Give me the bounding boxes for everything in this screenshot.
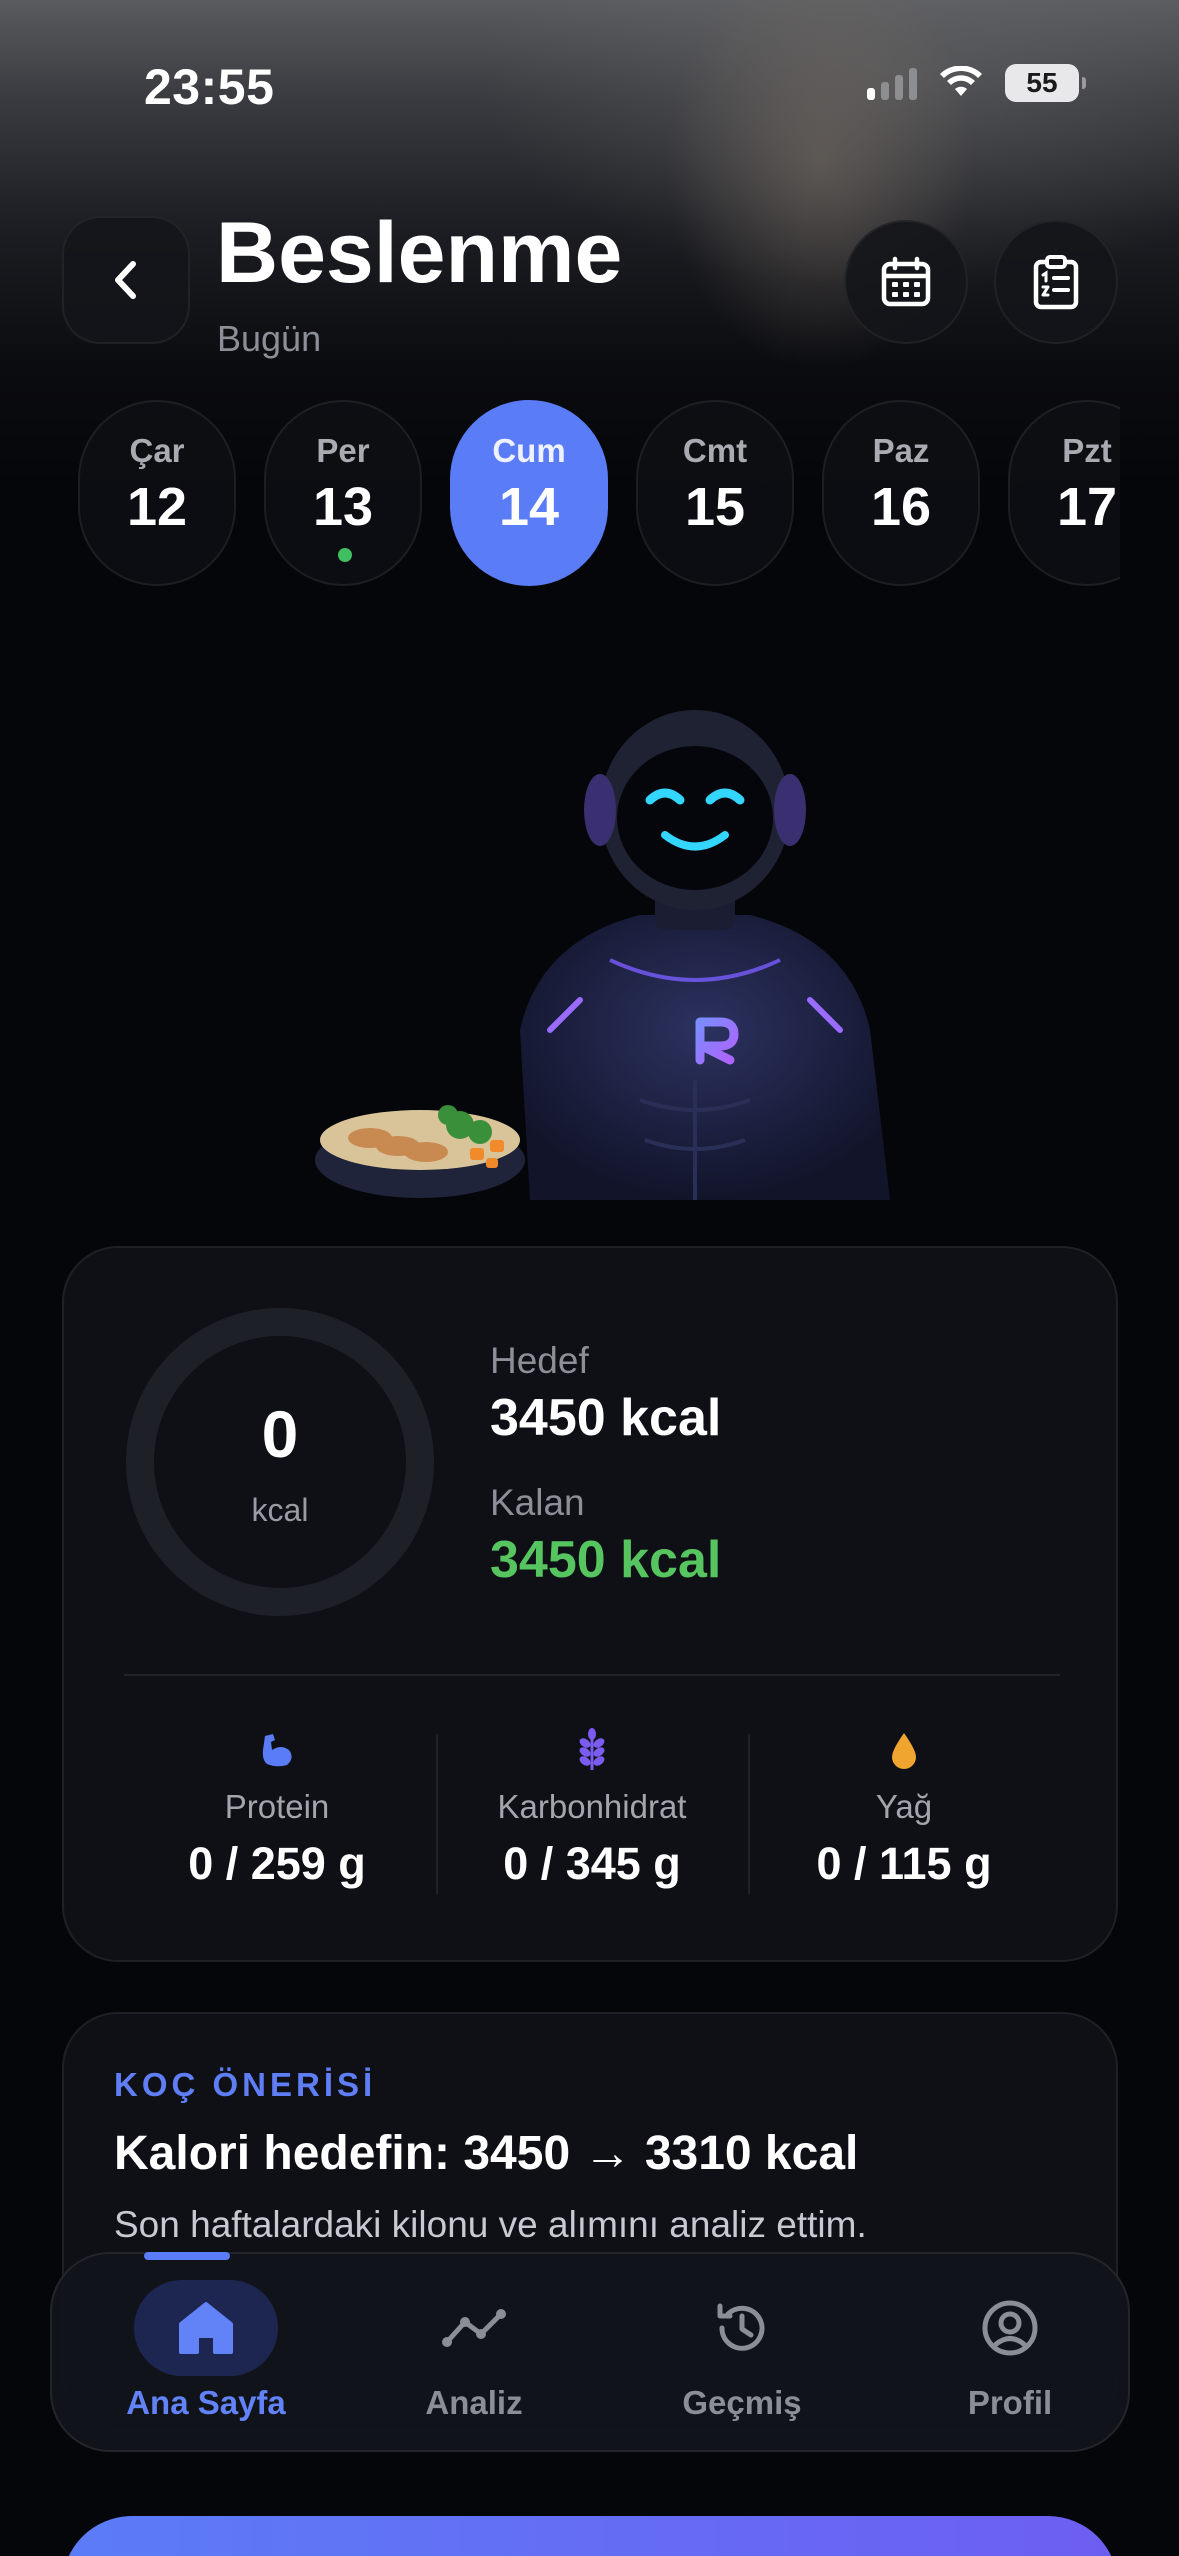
status-time: 23:55 (144, 59, 275, 115)
active-tab-indicator (144, 2252, 230, 2260)
macro-label: Yağ (875, 1788, 933, 1825)
history-icon (717, 2303, 765, 2351)
macro-value: 0 / 115 g (816, 1838, 992, 1889)
coach-body: Son haftalardaki kilonu ve alımını anali… (114, 2204, 867, 2245)
back-button[interactable] (62, 216, 190, 344)
goal-label: Hedef (490, 1340, 589, 1381)
day-number: 13 (312, 477, 374, 537)
macro-label: Protein (224, 1788, 330, 1825)
day-name: Paz (872, 432, 930, 469)
drop-icon (892, 1733, 916, 1769)
day-number: 12 (126, 477, 188, 537)
status-indicators: 55 (867, 64, 1086, 102)
macro-value: 0 / 259 g (188, 1838, 366, 1889)
macro-carbs: Karbonhidrat 0 / 345 g (437, 1728, 747, 1890)
day-chip-selected[interactable]: Cum 14 (450, 400, 608, 586)
tab-home[interactable]: Ana Sayfa (96, 2280, 316, 2440)
day-name: Çar (129, 432, 185, 469)
day-chip[interactable]: Pzt 17 (1008, 400, 1120, 586)
chevron-left-icon (115, 261, 136, 299)
muscle-icon (262, 1734, 292, 1767)
day-number: 17 (1056, 477, 1118, 537)
day-chip[interactable]: Per 13 (264, 400, 422, 586)
day-chip[interactable]: Cmt 15 (636, 400, 794, 586)
tab-label: Profil (967, 2384, 1053, 2421)
day-name: Cum (492, 432, 566, 469)
tab-history[interactable]: Geçmiş (632, 2280, 852, 2440)
chart-line-icon (442, 2309, 506, 2347)
day-chip[interactable]: Paz 16 (822, 400, 980, 586)
page-subtitle: Bugün (217, 318, 322, 359)
day-name: Pzt (1062, 432, 1112, 469)
remaining-label: Kalan (490, 1482, 585, 1523)
primary-action-button[interactable] (62, 2516, 1118, 2556)
wifi-icon (940, 66, 982, 96)
calorie-summary-card: 0 kcal Hedef 3450 kcal Kalan 3450 kcal P… (62, 1246, 1118, 1962)
meal-plan-button[interactable] (994, 220, 1118, 344)
divider (124, 1674, 1060, 1676)
macro-protein: Protein 0 / 259 g (122, 1728, 432, 1890)
coach-tag: KOÇ ÖNERİSİ (114, 2066, 377, 2103)
page-title: Beslenme (216, 205, 623, 301)
day-name: Cmt (682, 432, 748, 469)
calories-consumed: 0 (261, 1397, 299, 1471)
macro-label: Karbonhidrat (497, 1788, 687, 1825)
tab-label: Ana Sayfa (126, 2384, 286, 2421)
remaining-value: 3450 kcal (490, 1531, 722, 1589)
tab-label: Analiz (425, 2384, 523, 2421)
macro-fat: Yağ 0 / 115 g (749, 1728, 1059, 1890)
coach-robot-illustration (315, 710, 890, 1200)
calories-unit: kcal (251, 1492, 309, 1528)
coach-title: Kalori hedefin: 3450 → 3310 kcal (114, 2127, 859, 2180)
bottom-tab-bar: Ana Sayfa Analiz Geçmiş Profil (50, 2252, 1130, 2452)
day-selector: Çar 12 Per 13 Cum 14 Cmt 15 Paz 16 Pzt 1… (78, 398, 1120, 590)
calendar-icon (881, 256, 931, 307)
day-number: 14 (498, 477, 560, 537)
tab-profile[interactable]: Profil (900, 2280, 1120, 2440)
goal-value: 3450 kcal (490, 1389, 722, 1447)
wheat-icon (579, 1728, 605, 1770)
profile-icon (982, 2300, 1038, 2356)
clipboard-list-icon (1033, 255, 1079, 310)
macro-value: 0 / 345 g (503, 1838, 681, 1889)
tab-analysis[interactable]: Analiz (364, 2280, 584, 2440)
logged-indicator-dot (338, 548, 352, 562)
signal-icon (867, 66, 917, 100)
day-number: 16 (870, 477, 932, 537)
home-icon (179, 2302, 233, 2354)
battery-icon: 55 (1005, 64, 1086, 102)
day-chip[interactable]: Çar 12 (78, 400, 236, 586)
day-name: Per (316, 432, 370, 469)
tab-label: Geçmiş (682, 2384, 802, 2421)
calendar-button[interactable] (844, 220, 968, 344)
day-number: 15 (684, 477, 746, 537)
